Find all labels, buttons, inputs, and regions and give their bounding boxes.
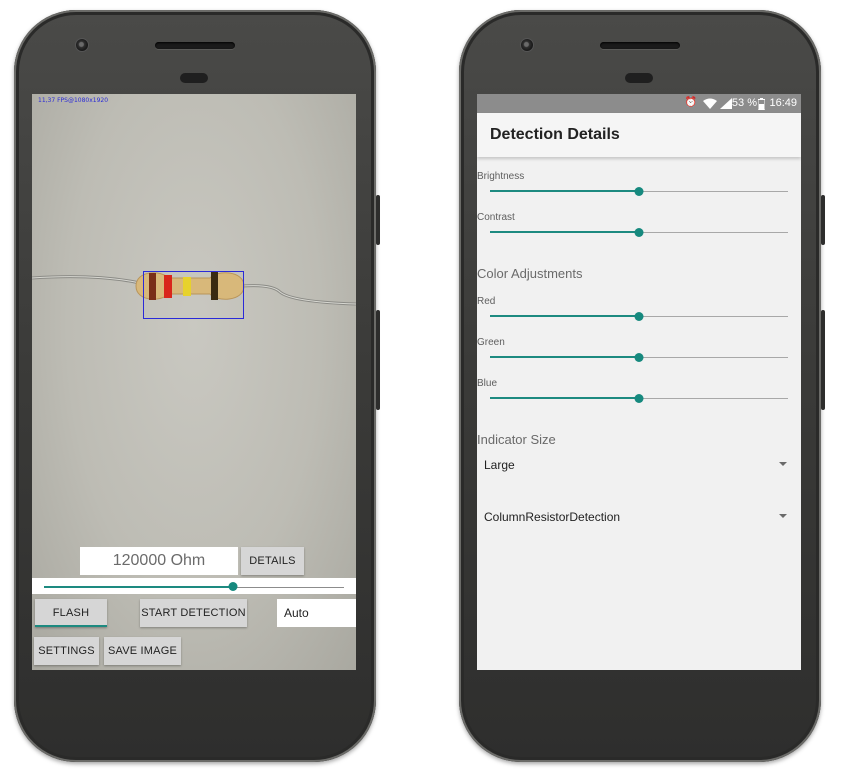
app-bar: Detection Details xyxy=(477,113,801,157)
indicator-size-title: Indicator Size xyxy=(477,432,556,447)
fps-overlay: 11,37 FPS@1080x1920 xyxy=(38,97,109,104)
brightness-slider-fill xyxy=(490,190,639,192)
status-bar: ⏰ 53 % 16:49 xyxy=(477,94,801,113)
flash-button[interactable]: FLASH xyxy=(35,599,107,627)
blue-slider-fill xyxy=(490,397,639,399)
green-label: Green xyxy=(477,337,505,348)
proximity-sensor xyxy=(625,73,653,83)
details-screen: ⏰ 53 % 16:49 Detection Details Brightnes… xyxy=(477,94,801,670)
wifi-icon xyxy=(703,98,717,109)
save-image-button[interactable]: SAVE IMAGE xyxy=(104,637,181,665)
indicator-size-value: Large xyxy=(484,458,515,472)
camera-screen: 11,37 FPS@1080x1920 120000 Ohm DETAILS F… xyxy=(32,94,356,670)
proximity-sensor xyxy=(180,73,208,83)
earpiece-speaker xyxy=(600,42,680,49)
volume-button[interactable] xyxy=(821,310,825,410)
status-time: 16:49 xyxy=(769,97,797,109)
contrast-slider-thumb[interactable] xyxy=(634,228,644,237)
details-button[interactable]: DETAILS xyxy=(241,547,304,575)
mode-select[interactable]: Auto xyxy=(277,599,356,627)
battery-icon xyxy=(758,98,765,110)
front-camera-icon xyxy=(75,38,89,52)
start-detection-button[interactable]: START DETECTION xyxy=(140,599,247,627)
red-slider-thumb[interactable] xyxy=(634,312,644,321)
earpiece-speaker xyxy=(155,42,235,49)
detection-method-value: ColumnResistorDetection xyxy=(484,510,621,524)
green-slider-thumb[interactable] xyxy=(634,353,644,362)
detection-method-spinner[interactable]: ColumnResistorDetection xyxy=(477,502,801,528)
dropdown-arrow-icon xyxy=(779,462,787,466)
brightness-slider-thumb[interactable] xyxy=(634,187,644,196)
power-button[interactable] xyxy=(821,195,825,245)
page-title: Detection Details xyxy=(490,126,620,143)
detection-box xyxy=(143,271,244,319)
seekbar-thumb[interactable] xyxy=(228,582,238,591)
brightness-label: Brightness xyxy=(477,171,525,182)
power-button[interactable] xyxy=(376,195,380,245)
color-adjustments-title: Color Adjustments xyxy=(477,266,583,281)
settings-button[interactable]: SETTINGS xyxy=(34,637,99,665)
blue-label: Blue xyxy=(477,378,498,389)
volume-button[interactable] xyxy=(376,310,380,410)
red-label: Red xyxy=(477,296,496,307)
dropdown-arrow-icon xyxy=(779,514,787,518)
signal-icon xyxy=(720,98,732,109)
alarm-icon: ⏰ xyxy=(684,97,697,108)
indicator-size-spinner[interactable]: Large xyxy=(477,450,801,476)
resistance-value-display: 120000 Ohm xyxy=(80,547,238,575)
flash-active-indicator xyxy=(35,625,107,627)
battery-percent: 53 % xyxy=(731,97,757,109)
contrast-slider-fill xyxy=(490,231,639,233)
seekbar-fill xyxy=(44,586,233,588)
red-slider-fill xyxy=(490,315,639,317)
green-slider-fill xyxy=(490,356,639,358)
contrast-label: Contrast xyxy=(477,212,515,223)
blue-slider-thumb[interactable] xyxy=(634,394,644,403)
front-camera-icon xyxy=(520,38,534,52)
